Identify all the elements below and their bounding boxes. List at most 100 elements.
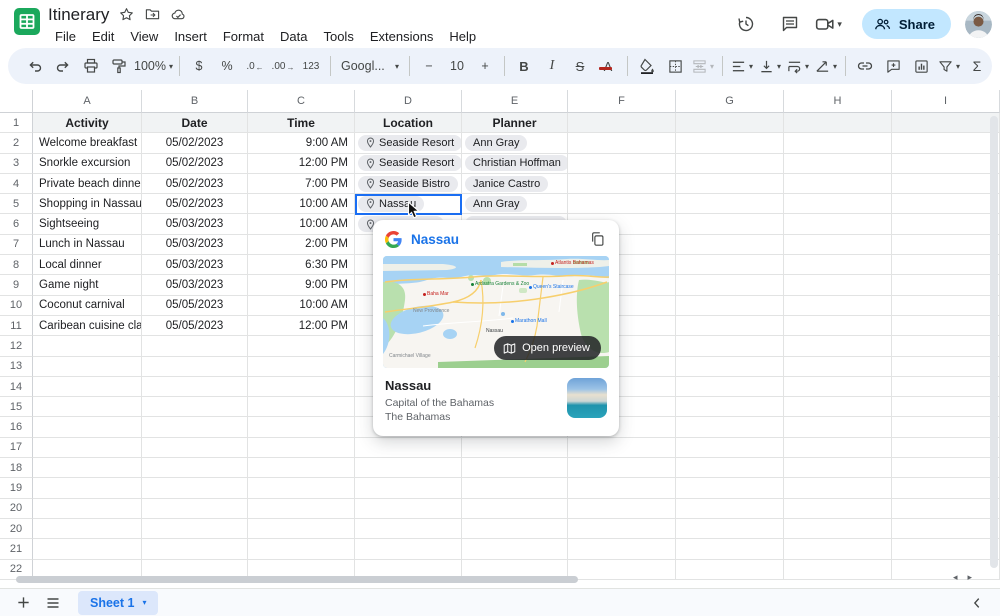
- cell-F17[interactable]: [568, 438, 676, 458]
- cell-F4[interactable]: [568, 174, 676, 194]
- functions-button[interactable]: Σ: [964, 53, 990, 79]
- menu-tools[interactable]: Tools: [316, 27, 360, 46]
- cell-E21[interactable]: [462, 539, 568, 559]
- column-header-E[interactable]: E: [462, 90, 568, 113]
- cell-A21[interactable]: [33, 539, 142, 559]
- cell-I10[interactable]: [892, 296, 1000, 316]
- cell-B20[interactable]: [142, 499, 248, 519]
- cell-F20[interactable]: [568, 499, 676, 519]
- collapse-side-panel-icon[interactable]: [964, 591, 990, 615]
- cell-H7[interactable]: [784, 235, 892, 255]
- insert-comment-button[interactable]: [880, 53, 906, 79]
- row-header-21[interactable]: 21: [0, 539, 33, 559]
- cell-D20[interactable]: [355, 519, 462, 539]
- cell-I9[interactable]: [892, 275, 1000, 295]
- planner-chip[interactable]: Janice Castro: [465, 176, 548, 192]
- cell-B18[interactable]: [142, 458, 248, 478]
- cell-F22[interactable]: [568, 560, 676, 580]
- cell-A20[interactable]: [33, 499, 142, 519]
- row-header-9[interactable]: 9: [0, 275, 33, 295]
- cell-H13[interactable]: [784, 357, 892, 377]
- sheet-tab[interactable]: Sheet 1 ▾: [78, 591, 158, 615]
- cell-G12[interactable]: [676, 336, 784, 356]
- column-header-A[interactable]: A: [33, 90, 142, 113]
- cell-I14[interactable]: [892, 377, 1000, 397]
- cell-E20[interactable]: [462, 499, 568, 519]
- cell-H19[interactable]: [784, 478, 892, 498]
- insert-chart-button[interactable]: [908, 53, 934, 79]
- cell-A13[interactable]: [33, 357, 142, 377]
- cell-A19[interactable]: [33, 478, 142, 498]
- cell-H21[interactable]: [784, 539, 892, 559]
- cloud-saved-icon[interactable]: [171, 7, 187, 23]
- cell-B9[interactable]: 05/03/2023: [142, 275, 248, 295]
- all-sheets-menu-button[interactable]: [40, 591, 66, 615]
- cell-G21[interactable]: [676, 539, 784, 559]
- cell-A1[interactable]: Activity: [33, 113, 142, 133]
- cell-C14[interactable]: [248, 377, 355, 397]
- cell-G18[interactable]: [676, 458, 784, 478]
- cell-B14[interactable]: [142, 377, 248, 397]
- cell-E17[interactable]: [462, 438, 568, 458]
- cell-B2[interactable]: 05/02/2023: [142, 133, 248, 153]
- row-header-7[interactable]: 7: [0, 235, 33, 255]
- cell-I22[interactable]: [892, 560, 1000, 580]
- cell-G22[interactable]: [676, 560, 784, 580]
- cell-B16[interactable]: [142, 417, 248, 437]
- cell-B15[interactable]: [142, 397, 248, 417]
- vertical-align-button[interactable]: ▾: [757, 53, 783, 79]
- cell-A15[interactable]: [33, 397, 142, 417]
- cell-E3[interactable]: Christian Hoffman: [462, 154, 568, 174]
- column-header-H[interactable]: H: [784, 90, 892, 113]
- column-header-C[interactable]: C: [248, 90, 355, 113]
- cell-A5[interactable]: Shopping in Nassau: [33, 194, 142, 214]
- cell-D17[interactable]: [355, 438, 462, 458]
- cell-I17[interactable]: [892, 438, 1000, 458]
- cell-A7[interactable]: Lunch in Nassau: [33, 235, 142, 255]
- row-header-17[interactable]: 17: [0, 438, 33, 458]
- cell-I8[interactable]: [892, 255, 1000, 275]
- strikethrough-button[interactable]: S: [567, 53, 593, 79]
- cell-G14[interactable]: [676, 377, 784, 397]
- cell-D19[interactable]: [355, 478, 462, 498]
- cell-C3[interactable]: 12:00 PM: [248, 154, 355, 174]
- menu-data[interactable]: Data: [273, 27, 314, 46]
- select-all-corner[interactable]: [0, 90, 33, 113]
- cell-B17[interactable]: [142, 438, 248, 458]
- cell-I12[interactable]: [892, 336, 1000, 356]
- cell-B10[interactable]: 05/05/2023: [142, 296, 248, 316]
- cell-G15[interactable]: [676, 397, 784, 417]
- cell-I11[interactable]: [892, 316, 1000, 336]
- cell-G20[interactable]: [676, 499, 784, 519]
- cell-I1[interactable]: [892, 113, 1000, 133]
- cell-H9[interactable]: [784, 275, 892, 295]
- cell-C18[interactable]: [248, 458, 355, 478]
- cell-C7[interactable]: 2:00 PM: [248, 235, 355, 255]
- cell-B8[interactable]: 05/03/2023: [142, 255, 248, 275]
- row-header-8[interactable]: 8: [0, 255, 33, 275]
- cell-I20[interactable]: [892, 499, 1000, 519]
- cell-H15[interactable]: [784, 397, 892, 417]
- cell-G16[interactable]: [676, 417, 784, 437]
- cell-H18[interactable]: [784, 458, 892, 478]
- menu-file[interactable]: File: [48, 27, 83, 46]
- cell-D4[interactable]: Seaside Bistro: [355, 174, 462, 194]
- row-header-20[interactable]: 20: [0, 499, 33, 519]
- cell-C4[interactable]: 7:00 PM: [248, 174, 355, 194]
- row-header-15[interactable]: 15: [0, 397, 33, 417]
- cell-A17[interactable]: [33, 438, 142, 458]
- cell-D18[interactable]: [355, 458, 462, 478]
- borders-button[interactable]: [662, 53, 688, 79]
- cell-C8[interactable]: 6:30 PM: [248, 255, 355, 275]
- cell-H1[interactable]: [784, 113, 892, 133]
- menu-help[interactable]: Help: [442, 27, 483, 46]
- increase-font-size-button[interactable]: +: [472, 53, 498, 79]
- cell-G13[interactable]: [676, 357, 784, 377]
- cell-H3[interactable]: [784, 154, 892, 174]
- bold-button[interactable]: B: [511, 53, 537, 79]
- row-header-16[interactable]: 16: [0, 417, 33, 437]
- column-header-I[interactable]: I: [892, 90, 1000, 113]
- row-header-19[interactable]: 19: [0, 478, 33, 498]
- column-header-B[interactable]: B: [142, 90, 248, 113]
- horizontal-align-button[interactable]: ▾: [729, 53, 755, 79]
